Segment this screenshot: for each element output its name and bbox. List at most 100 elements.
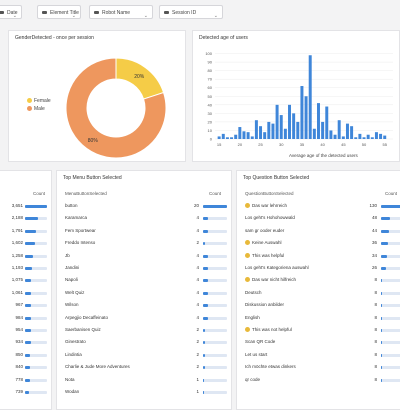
age-bar[interactable] bbox=[374, 132, 378, 139]
y-tick-label: 70 bbox=[208, 77, 213, 82]
age-bar[interactable] bbox=[383, 135, 387, 139]
age-bar[interactable] bbox=[304, 96, 308, 139]
filter-session-id[interactable]: Session ID ⌄ bbox=[159, 5, 223, 19]
menu-row[interactable]: button 20 bbox=[57, 201, 233, 211]
menu-row-label: Wilson bbox=[65, 302, 79, 307]
menu-row[interactable]: Ginestrato 2 bbox=[57, 337, 233, 347]
age-bar[interactable] bbox=[345, 123, 349, 139]
left-table-row[interactable]: 840 bbox=[0, 362, 53, 372]
left-table-row[interactable]: 778 bbox=[0, 375, 53, 385]
question-row[interactable]: Deutsch 8 bbox=[237, 288, 400, 298]
age-bar[interactable] bbox=[321, 121, 325, 139]
age-bar[interactable] bbox=[354, 137, 358, 139]
menu-row[interactable]: Welt Quiz 4 bbox=[57, 288, 233, 298]
question-row[interactable]: This was helpful 34 bbox=[237, 251, 400, 261]
age-bar[interactable] bbox=[246, 132, 250, 139]
menu-row[interactable]: Wilson 4 bbox=[57, 300, 233, 310]
age-bar[interactable] bbox=[254, 120, 258, 139]
age-bar[interactable] bbox=[316, 103, 320, 139]
age-bar[interactable] bbox=[283, 128, 287, 139]
left-table-row[interactable]: 1,602 bbox=[0, 238, 53, 248]
age-bar[interactable] bbox=[341, 136, 345, 139]
question-row[interactable]: sam gr ooder euder 44 bbox=[237, 226, 400, 236]
question-row[interactable]: Das war lehrreich 130 bbox=[237, 201, 400, 211]
age-bar[interactable] bbox=[350, 126, 354, 139]
age-bar[interactable] bbox=[234, 134, 238, 139]
menu-row[interactable]: Wodan 1 bbox=[57, 387, 233, 397]
left-table-row[interactable]: 1,193 bbox=[0, 263, 53, 273]
question-row[interactable]: Das war nicht hilfreich 8 bbox=[237, 275, 400, 285]
menu-row[interactable]: Saerbanisen Quiz 2 bbox=[57, 325, 233, 335]
menu-row[interactable]: Napoli 4 bbox=[57, 275, 233, 285]
age-bar[interactable] bbox=[242, 131, 246, 139]
menu-row[interactable]: Nota 1 bbox=[57, 375, 233, 385]
age-bar[interactable] bbox=[333, 134, 337, 139]
menu-row[interactable]: Freddo Intenso 2 bbox=[57, 238, 233, 248]
age-bar[interactable] bbox=[230, 137, 234, 139]
age-bar[interactable] bbox=[221, 133, 225, 139]
age-bar[interactable] bbox=[358, 133, 362, 139]
filter-date[interactable]: Date ⌄ bbox=[0, 5, 22, 19]
left-table-row[interactable]: 1,075 bbox=[0, 275, 53, 285]
left-table-row[interactable]: 984 bbox=[0, 313, 53, 323]
question-row[interactable]: Los geht's Hohohowwald 48 bbox=[237, 213, 400, 223]
menu-row[interactable]: Jandini 4 bbox=[57, 263, 233, 273]
menu-row[interactable]: Karamarca 4 bbox=[57, 213, 233, 223]
left-table-row[interactable]: 1,061 bbox=[0, 288, 53, 298]
question-row[interactable]: Diskussion anbilder 8 bbox=[237, 300, 400, 310]
menu-row[interactable]: Fem Sportwear 4 bbox=[57, 226, 233, 236]
age-bar[interactable] bbox=[217, 136, 221, 139]
question-row[interactable]: Let us start 8 bbox=[237, 350, 400, 360]
age-bar[interactable] bbox=[329, 130, 333, 139]
menu-row-label: Charlie & Jude More Adventures bbox=[65, 364, 130, 369]
left-table-row[interactable]: 1,791 bbox=[0, 226, 53, 236]
menu-row[interactable]: Jb 4 bbox=[57, 251, 233, 261]
left-table-row[interactable]: 954 bbox=[0, 325, 53, 335]
menu-row-text: Saerbanisen Quiz bbox=[65, 327, 101, 332]
y-tick-label: 60 bbox=[208, 85, 213, 90]
menu-row-value: 4 bbox=[196, 227, 199, 233]
question-row[interactable]: qr code 8 bbox=[237, 375, 400, 385]
age-bar[interactable] bbox=[263, 132, 267, 139]
age-bar[interactable] bbox=[225, 137, 229, 139]
age-bar[interactable] bbox=[238, 127, 242, 139]
filter-robot-name[interactable]: Robot Name ⌄ bbox=[89, 5, 153, 19]
question-row[interactable]: Keine Auswahl 36 bbox=[237, 238, 400, 248]
question-row[interactable]: Ich möchte etwas dinkers 8 bbox=[237, 362, 400, 372]
question-row[interactable]: Los geht's Kategoriena auswahl 26 bbox=[237, 263, 400, 273]
menu-row-value: 2 bbox=[196, 351, 199, 357]
age-bar[interactable] bbox=[379, 133, 383, 139]
age-bar[interactable] bbox=[300, 86, 304, 139]
menu-bar bbox=[203, 316, 208, 320]
left-table-row[interactable]: 739 bbox=[0, 387, 53, 397]
left-table-row[interactable]: 934 bbox=[0, 337, 53, 347]
question-row[interactable]: This was not helpful 8 bbox=[237, 325, 400, 335]
age-bar[interactable] bbox=[250, 136, 254, 139]
age-bar[interactable] bbox=[366, 134, 370, 139]
age-bar[interactable] bbox=[312, 128, 316, 139]
filter-element-title[interactable]: Element Title ⌄ bbox=[37, 5, 81, 19]
age-bar[interactable] bbox=[325, 106, 329, 139]
age-bar[interactable] bbox=[292, 113, 296, 139]
age-bar[interactable] bbox=[267, 121, 271, 139]
age-bar[interactable] bbox=[275, 104, 279, 139]
age-bar[interactable] bbox=[370, 137, 374, 139]
left-table-row[interactable]: 3,651 bbox=[0, 201, 53, 211]
left-table-row[interactable]: 850 bbox=[0, 350, 53, 360]
question-row[interactable]: English 8 bbox=[237, 313, 400, 323]
question-row[interactable]: Scan QR Code 8 bbox=[237, 337, 400, 347]
age-bar[interactable] bbox=[308, 55, 312, 139]
menu-row[interactable]: Lindintia 2 bbox=[57, 350, 233, 360]
menu-row[interactable]: Arpegjio Decaffeinato 4 bbox=[57, 313, 233, 323]
age-bar[interactable] bbox=[362, 137, 366, 139]
age-bar[interactable] bbox=[296, 121, 300, 139]
menu-row[interactable]: Charlie & Jude More Adventures 2 bbox=[57, 362, 233, 372]
age-bar[interactable] bbox=[337, 120, 341, 139]
age-bar[interactable] bbox=[271, 123, 275, 139]
left-table-row[interactable]: 1,258 bbox=[0, 251, 53, 261]
age-bar[interactable] bbox=[288, 104, 292, 139]
age-bar[interactable] bbox=[279, 115, 283, 139]
age-bar[interactable] bbox=[259, 126, 263, 139]
left-table-row[interactable]: 2,188 bbox=[0, 213, 53, 223]
left-table-row[interactable]: 967 bbox=[0, 300, 53, 310]
